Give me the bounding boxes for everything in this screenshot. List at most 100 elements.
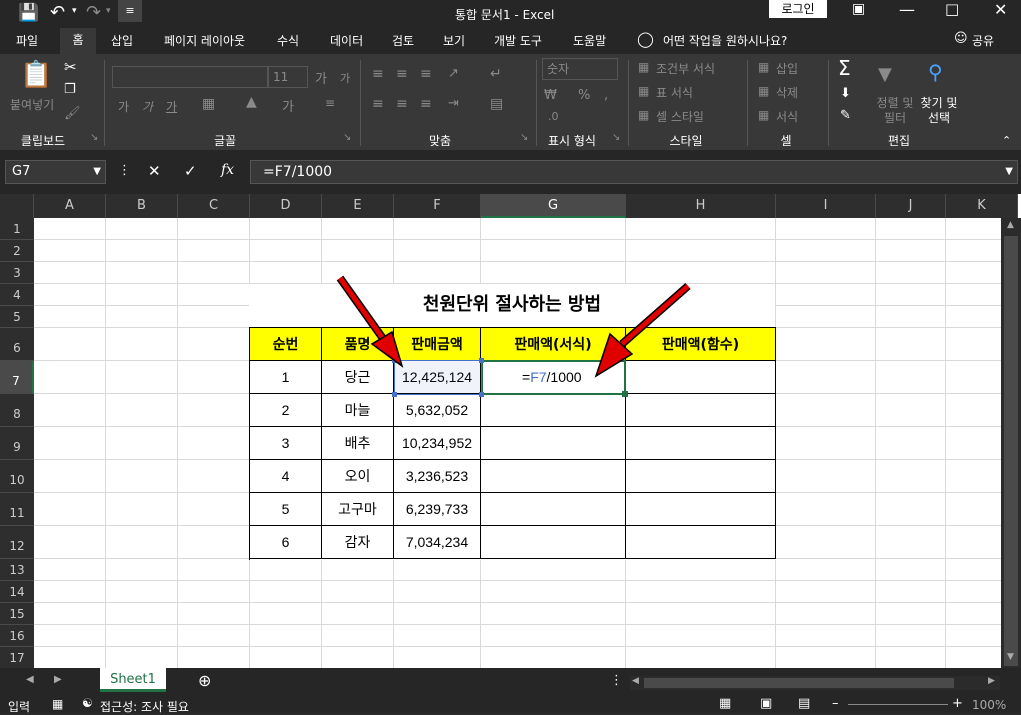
- find-select-button[interactable]: 찾기 및 선택: [916, 96, 962, 126]
- wrap-text-icon[interactable]: ↵: [490, 66, 502, 82]
- formula-expand-icon[interactable]: ▼: [1005, 161, 1013, 183]
- merge-icon[interactable]: ▤: [490, 96, 503, 112]
- tab-developer[interactable]: 개발 도구: [494, 32, 542, 49]
- normal-view-icon[interactable]: ▦: [719, 696, 731, 711]
- customize-qat-icon[interactable]: ≡: [118, 0, 142, 22]
- enter-icon[interactable]: ✓: [184, 162, 197, 180]
- zoom-level[interactable]: 100%: [972, 698, 1006, 712]
- copy-icon[interactable]: ❐: [64, 82, 76, 97]
- percent-icon[interactable]: %: [578, 88, 590, 103]
- autosum-icon[interactable]: Σ: [838, 56, 851, 80]
- comma-icon[interactable]: ,: [604, 88, 608, 103]
- fill-icon[interactable]: ⬇: [840, 86, 851, 101]
- font-launcher-icon[interactable]: ↘: [343, 132, 351, 143]
- delete-cells-icon[interactable]: ▦: [758, 84, 769, 98]
- sort-filter-button[interactable]: 정렬 및 필터: [872, 96, 918, 126]
- delete-cells-button[interactable]: 삭제: [776, 84, 798, 101]
- number-format-box[interactable]: 숫자: [542, 58, 618, 80]
- tab-help[interactable]: 도움말: [573, 32, 606, 49]
- name-box-dropdown-icon[interactable]: ▼: [93, 161, 101, 183]
- tell-me-search[interactable]: 어떤 작업을 원하시나요?: [663, 32, 787, 49]
- align-top-icon[interactable]: ≡: [372, 66, 384, 82]
- find-select-icon[interactable]: ⚲: [928, 60, 943, 84]
- font-color-icon[interactable]: 가: [282, 96, 294, 115]
- login-button[interactable]: 로그인: [769, 0, 827, 18]
- font-name-box[interactable]: [112, 66, 268, 88]
- page-layout-view-icon[interactable]: ▣: [760, 696, 772, 711]
- scroll-up-icon[interactable]: ▲: [1007, 220, 1014, 230]
- italic-icon[interactable]: 가: [142, 98, 153, 115]
- scroll-left-icon[interactable]: ◀: [632, 676, 639, 686]
- ribbon-display-icon[interactable]: ▣: [852, 1, 865, 17]
- clipboard-launcher-icon[interactable]: ↘: [90, 132, 98, 143]
- align-center-icon[interactable]: ≡: [396, 96, 408, 112]
- formula-input[interactable]: =F7/1000 ▼: [250, 160, 1018, 184]
- tab-split-icon[interactable]: ⋮: [610, 673, 623, 688]
- grow-font-icon[interactable]: 가: [315, 68, 327, 87]
- paste-button[interactable]: 붙여넣기: [10, 96, 54, 113]
- redo-icon[interactable]: ↷: [86, 2, 101, 23]
- orientation-icon[interactable]: ↗: [448, 66, 459, 81]
- underline-icon[interactable]: 가: [166, 98, 177, 115]
- tab-page-layout[interactable]: 페이지 레이아웃: [164, 32, 245, 49]
- macro-record-icon[interactable]: ▦: [52, 697, 63, 711]
- align-bottom-icon[interactable]: ≡: [420, 66, 432, 82]
- cell-style-button[interactable]: 셀 스타일: [656, 108, 704, 125]
- tab-data[interactable]: 데이터: [330, 32, 363, 49]
- sort-filter-icon[interactable]: ▼: [878, 64, 892, 85]
- clear-icon[interactable]: ✎: [840, 108, 851, 123]
- cell-style-icon[interactable]: ▦: [638, 108, 649, 122]
- decimal-icon[interactable]: .0: [548, 110, 559, 123]
- indent-icon[interactable]: ⇥: [448, 96, 459, 111]
- border-icon[interactable]: ▦: [202, 96, 215, 112]
- accessibility-status[interactable]: 접근성: 조사 필요: [100, 698, 189, 715]
- scroll-down-icon[interactable]: ▼: [1007, 652, 1014, 662]
- table-format-button[interactable]: 표 서식: [656, 84, 693, 101]
- bold-icon[interactable]: 가: [118, 98, 129, 115]
- close-icon[interactable]: ✕: [994, 0, 1007, 19]
- add-sheet-icon[interactable]: ⊕: [198, 671, 211, 690]
- page-break-view-icon[interactable]: ▤: [798, 696, 810, 711]
- zoom-in-icon[interactable]: +: [952, 696, 963, 711]
- fill-color-icon[interactable]: ▲: [246, 94, 257, 110]
- undo-icon[interactable]: ↶: [50, 2, 65, 23]
- h-scroll-thumb[interactable]: [644, 678, 954, 688]
- worksheet-grid[interactable]: ABCDEFGHIJK 1 2 3 4 5 6 7 8 9 10 11 12 13 14 15 16 17 천원…: [0, 194, 1021, 668]
- align-middle-icon[interactable]: ≡: [396, 66, 408, 82]
- zoom-slider[interactable]: [848, 704, 948, 705]
- cancel-icon[interactable]: ✕: [148, 162, 161, 180]
- minimize-icon[interactable]: —: [899, 0, 915, 19]
- scroll-right-icon[interactable]: ▶: [988, 676, 995, 686]
- currency-icon[interactable]: ₩: [544, 88, 557, 103]
- tab-file[interactable]: 파일: [16, 32, 38, 49]
- table-format-icon[interactable]: ▦: [638, 84, 649, 98]
- align-right-icon[interactable]: ≡: [420, 96, 432, 112]
- vertical-scrollbar[interactable]: ▲ ▼: [1001, 218, 1021, 668]
- format-cells-icon[interactable]: ▦: [758, 108, 769, 122]
- tab-review[interactable]: 검토: [392, 32, 414, 49]
- tab-view[interactable]: 보기: [443, 32, 465, 49]
- format-painter-icon[interactable]: 🖌: [64, 106, 81, 121]
- zoom-out-icon[interactable]: –: [832, 696, 839, 711]
- collapse-ribbon-icon[interactable]: ⌃: [1002, 134, 1011, 147]
- paste-icon[interactable]: 📋: [20, 60, 52, 90]
- tab-home[interactable]: 홈: [60, 28, 96, 54]
- horizontal-scrollbar[interactable]: ◀ ▶: [630, 676, 1000, 690]
- insert-function-icon[interactable]: fx: [221, 162, 234, 178]
- conditional-format-icon[interactable]: ▦: [638, 60, 649, 74]
- share-button[interactable]: 공유: [972, 32, 994, 49]
- insert-cells-button[interactable]: 삽입: [776, 60, 798, 77]
- insert-cells-icon[interactable]: ▦: [758, 60, 769, 74]
- font-size-box[interactable]: 11: [268, 66, 308, 88]
- tab-insert[interactable]: 삽입: [111, 32, 133, 49]
- align-left-icon[interactable]: ≡: [372, 96, 384, 112]
- redo-dropdown-icon[interactable]: ▾: [106, 6, 111, 16]
- more-icon[interactable]: ⋮: [118, 163, 131, 178]
- format-cells-button[interactable]: 서식: [776, 108, 798, 125]
- shrink-font-icon[interactable]: 가: [340, 70, 350, 86]
- alignment-launcher-icon[interactable]: ↘: [520, 132, 528, 143]
- phonetic-icon[interactable]: ≡: [325, 96, 335, 110]
- tab-formulas[interactable]: 수식: [277, 32, 299, 49]
- number-launcher-icon[interactable]: ↘: [612, 132, 620, 143]
- maximize-icon[interactable]: □: [945, 0, 959, 18]
